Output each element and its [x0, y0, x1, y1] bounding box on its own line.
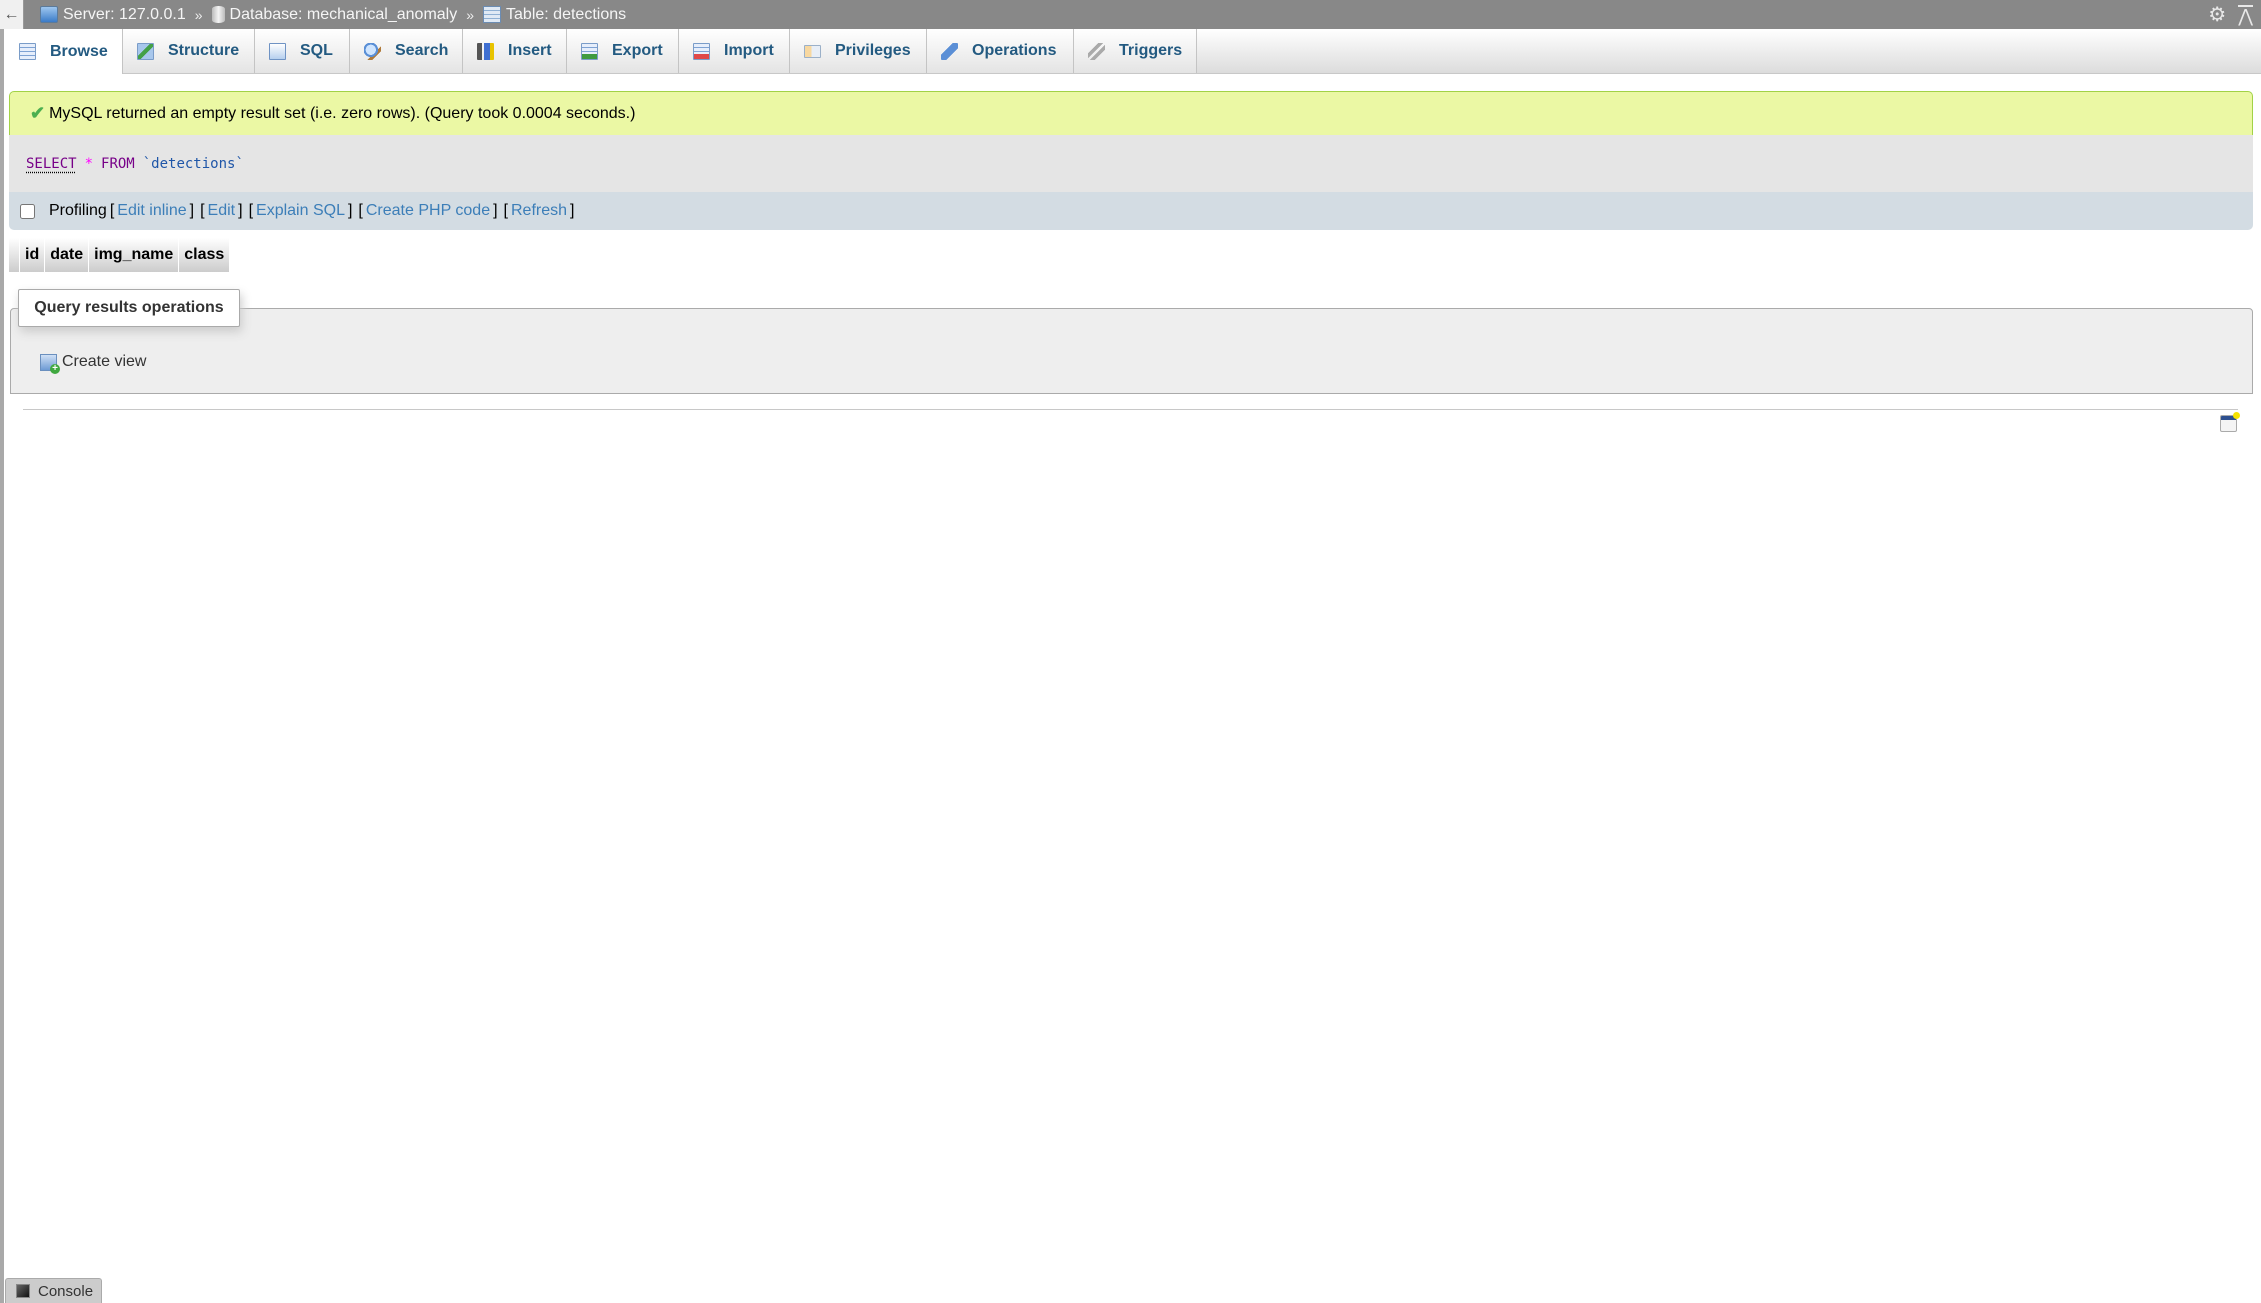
topbar-actions: ⚙ ⋀ [2208, 0, 2253, 29]
tab-bar: Browse Structure SQL Search Insert Expor… [5, 29, 2261, 74]
sql-table-name: `detections` [142, 155, 244, 172]
gear-icon[interactable]: ⚙ [2208, 2, 2226, 27]
explain-sql-link[interactable]: Explain SQL [256, 202, 345, 220]
edit-inline-link[interactable]: Edit inline [117, 202, 186, 220]
tab-label: Import [724, 42, 774, 59]
create-view-link[interactable]: Create view [40, 353, 146, 374]
profiling-label[interactable]: Profiling [49, 202, 107, 220]
bracket: [ [503, 202, 508, 219]
tab-label: SQL [300, 42, 333, 59]
success-message: ✔ MySQL returned an empty result set (i.… [9, 91, 2253, 135]
page-left-border [0, 0, 4, 1303]
column-header-spacer [9, 238, 20, 272]
console-icon [16, 1284, 30, 1298]
bracket: ] [238, 202, 243, 219]
tab-browse[interactable]: Browse [5, 29, 123, 74]
export-icon [581, 42, 598, 60]
divider [23, 409, 2238, 410]
tab-label: Search [395, 42, 449, 59]
breadcrumb-separator: » [466, 6, 475, 23]
tab-label: Export [612, 42, 663, 59]
sql-operator-star: * [84, 155, 94, 172]
tab-structure[interactable]: Structure [123, 29, 255, 73]
bracket: [ [109, 202, 115, 219]
triggers-icon [1088, 42, 1105, 60]
bracket: [ [358, 202, 363, 219]
database-icon [211, 6, 225, 23]
breadcrumb-database[interactable]: Database: mechanical_anomaly [211, 6, 458, 24]
bracket: [ [200, 202, 205, 219]
structure-icon [137, 42, 154, 60]
refresh-link[interactable]: Refresh [511, 202, 567, 220]
breadcrumb-server[interactable]: Server: 127.0.0.1 [40, 6, 186, 24]
success-message-text: MySQL returned an empty result set (i.e.… [49, 104, 636, 122]
bracket: ] [189, 202, 195, 219]
column-header-date[interactable]: date [45, 238, 90, 272]
search-icon [364, 42, 381, 60]
tab-label: Privileges [835, 42, 911, 59]
results-table-header: id date img_name class [9, 238, 231, 272]
tab-label: Operations [972, 42, 1057, 59]
edit-link[interactable]: Edit [208, 202, 236, 220]
tab-import[interactable]: Import [679, 29, 790, 73]
breadcrumb-server-label[interactable]: Server: 127.0.0.1 [63, 6, 186, 24]
query-results-operations-panel [10, 308, 2253, 394]
tab-label: Insert [508, 42, 552, 59]
tab-label: Triggers [1119, 42, 1183, 59]
bookmark-page-icon[interactable] [2220, 412, 2240, 432]
tab-insert[interactable]: Insert [463, 29, 567, 73]
privileges-icon [804, 44, 821, 58]
column-header-id[interactable]: id [20, 238, 46, 272]
tab-label: Browse [50, 42, 108, 60]
bracket: ] [493, 202, 498, 219]
server-icon [40, 6, 58, 23]
insert-icon [477, 42, 494, 60]
table-icon [483, 6, 502, 23]
operations-icon [941, 42, 958, 60]
check-icon: ✔ [30, 103, 46, 123]
breadcrumb-separator: » [194, 6, 203, 23]
create-php-code-link[interactable]: Create PHP code [366, 202, 490, 220]
sql-icon [269, 42, 286, 60]
breadcrumb-table-label[interactable]: Table: detections [506, 6, 626, 24]
query-results-operations-legend: Query results operations [18, 289, 240, 327]
profiling-checkbox[interactable] [20, 203, 35, 219]
bracket: [ [248, 202, 254, 219]
console-toggle[interactable]: Console [5, 1278, 102, 1303]
tab-triggers[interactable]: Triggers [1074, 29, 1197, 73]
create-view-label[interactable]: Create view [62, 353, 146, 371]
import-icon [693, 42, 710, 60]
sql-query-box: SELECT * FROM `detections` [9, 135, 2253, 192]
console-label: Console [38, 1282, 94, 1300]
sql-keyword-from: FROM [101, 155, 135, 172]
bracket: ] [347, 202, 353, 219]
tab-search[interactable]: Search [350, 29, 463, 73]
back-button[interactable]: ← [0, 0, 24, 29]
collapse-icon[interactable]: ⋀ [2238, 4, 2253, 25]
bracket: ] [570, 202, 575, 219]
breadcrumb-database-label[interactable]: Database: mechanical_anomaly [230, 6, 458, 24]
create-view-icon [40, 353, 60, 374]
query-options-bar: Profiling [ Edit inline ] [ Edit ] [ Exp… [9, 192, 2253, 230]
browse-icon [19, 43, 36, 60]
tab-privileges[interactable]: Privileges [790, 29, 927, 73]
breadcrumb-table[interactable]: Table: detections [483, 6, 626, 24]
breadcrumb-bar: ← Server: 127.0.0.1 » Database: mechanic… [0, 0, 2261, 29]
tab-label: Structure [168, 42, 240, 59]
tab-export[interactable]: Export [567, 29, 679, 73]
column-header-class[interactable]: class [179, 238, 231, 272]
column-header-img-name[interactable]: img_name [89, 238, 180, 272]
tab-sql[interactable]: SQL [255, 29, 350, 73]
tab-operations[interactable]: Operations [927, 29, 1074, 73]
sql-keyword-select[interactable]: SELECT [26, 156, 77, 172]
